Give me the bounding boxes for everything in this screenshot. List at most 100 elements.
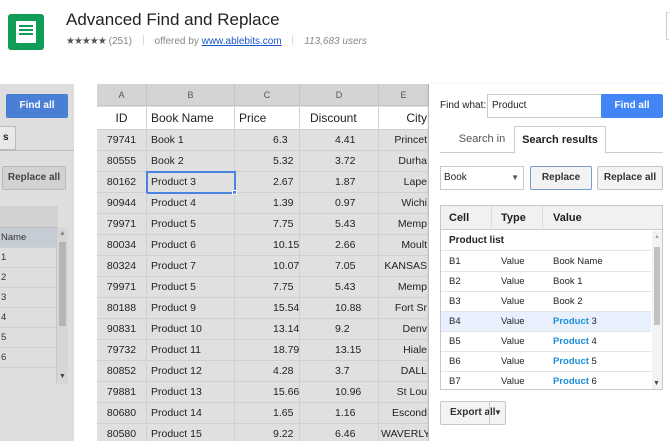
rating-count[interactable]: (251): [109, 36, 132, 47]
column-header[interactable]: D: [300, 84, 379, 106]
sheet-cell[interactable]: 1.16: [300, 403, 379, 424]
sheet-cell[interactable]: 9.2: [300, 319, 379, 340]
sheet-cell[interactable]: 4.28: [235, 361, 300, 382]
results-group[interactable]: Product list: [441, 231, 651, 251]
export-all-button[interactable]: Export all ▼: [440, 401, 506, 425]
column-header[interactable]: A: [97, 84, 147, 106]
left-tab[interactable]: s: [0, 126, 16, 150]
header-cell[interactable]: ID: [97, 107, 147, 130]
sheet-cell[interactable]: 1.39: [235, 193, 300, 214]
sheet-cell[interactable]: KANSAS: [379, 256, 429, 277]
sheet-cell[interactable]: 80555: [97, 151, 147, 172]
sheet-cell[interactable]: 80034: [97, 235, 147, 256]
sheet-cell[interactable]: 15.54: [235, 298, 300, 319]
col-cell[interactable]: Cell: [449, 206, 469, 230]
sheet-cell[interactable]: Product 3: [147, 172, 235, 193]
export-caret-icon[interactable]: ▼: [494, 402, 502, 424]
sheet-cell[interactable]: 79741: [97, 130, 147, 151]
sheet-cell[interactable]: Moult: [379, 235, 429, 256]
sheet-cell[interactable]: 18.79: [235, 340, 300, 361]
result-row[interactable]: B5 Value Product 4: [441, 332, 651, 352]
sheet-cell[interactable]: 80580: [97, 424, 147, 441]
sheet-cell[interactable]: Book 2: [147, 151, 235, 172]
sheet-select[interactable]: Book ▼: [440, 166, 524, 190]
sheet-cell[interactable]: WAVERLY: [379, 424, 429, 441]
sheet-cell[interactable]: Product 6: [147, 235, 235, 256]
sheet-cell[interactable]: Princet: [379, 130, 429, 151]
sheet-cell[interactable]: 90944: [97, 193, 147, 214]
sheet-cell[interactable]: Product 5: [147, 214, 235, 235]
sheet-cell[interactable]: 79732: [97, 340, 147, 361]
sheet-cell[interactable]: Product 15: [147, 424, 235, 441]
col-type[interactable]: Type: [501, 206, 526, 230]
sheet-cell[interactable]: Product 7: [147, 256, 235, 277]
left-find-all-button[interactable]: Find all: [6, 94, 68, 118]
column-header[interactable]: E: [379, 84, 429, 106]
sheet-cell[interactable]: 7.05: [300, 256, 379, 277]
col-value[interactable]: Value: [553, 206, 582, 230]
sheet-cell[interactable]: Product 5: [147, 277, 235, 298]
column-header[interactable]: B: [147, 84, 235, 106]
sheet-cell[interactable]: Wichi: [379, 193, 429, 214]
tab-search-in[interactable]: Search in: [448, 126, 516, 153]
sheet-cell[interactable]: Product 13: [147, 382, 235, 403]
header-cell[interactable]: Discount: [300, 107, 379, 130]
sheet-cell[interactable]: 2.66: [300, 235, 379, 256]
left-scrollbar[interactable]: ▲ ▼: [56, 228, 68, 384]
replace-button[interactable]: Replace: [530, 166, 592, 190]
result-row[interactable]: B1 Value Book Name: [441, 252, 651, 272]
developer-link[interactable]: www.ablebits.com: [202, 36, 282, 47]
sheet-cell[interactable]: 6.3: [235, 130, 300, 151]
left-replace-all-button[interactable]: Replace all: [2, 166, 66, 190]
sheet-cell[interactable]: 79971: [97, 277, 147, 298]
sheet-cell[interactable]: Lape: [379, 172, 429, 193]
sheet-cell[interactable]: 2.67: [235, 172, 300, 193]
tab-search-results[interactable]: Search results: [514, 126, 606, 154]
sheet-cell[interactable]: Hiale: [379, 340, 429, 361]
sheet-cell[interactable]: Denv: [379, 319, 429, 340]
find-all-button[interactable]: Find all: [601, 94, 663, 118]
list-item[interactable]: 1: [0, 248, 56, 268]
sheet-cell[interactable]: Product 14: [147, 403, 235, 424]
sheet-cell[interactable]: 80852: [97, 361, 147, 382]
sheet-cell[interactable]: 80162: [97, 172, 147, 193]
scroll-up-icon[interactable]: ▲: [59, 230, 66, 237]
sheet-cell[interactable]: Memp: [379, 214, 429, 235]
sheet-cell[interactable]: 5.32: [235, 151, 300, 172]
scroll-down-icon[interactable]: ▼: [59, 373, 66, 380]
sheet-cell[interactable]: 1.87: [300, 172, 379, 193]
sheet-cell[interactable]: 10.15: [235, 235, 300, 256]
sheet-cell[interactable]: 15.66: [235, 382, 300, 403]
sheet-cell[interactable]: 6.46: [300, 424, 379, 441]
sheet-cell[interactable]: 80324: [97, 256, 147, 277]
replace-all-button[interactable]: Replace all: [597, 166, 663, 190]
list-item[interactable]: 3: [0, 288, 56, 308]
sheet-cell[interactable]: 13.14: [235, 319, 300, 340]
list-item[interactable]: 5: [0, 328, 56, 348]
sheet-cell[interactable]: St Lou: [379, 382, 429, 403]
sheet-cell[interactable]: Product 11: [147, 340, 235, 361]
sheet-cell[interactable]: Book 1: [147, 130, 235, 151]
sheet-cell[interactable]: 4.41: [300, 130, 379, 151]
list-item[interactable]: 4: [0, 308, 56, 328]
sheet-cell[interactable]: Product 12: [147, 361, 235, 382]
sheet-cell[interactable]: 10.96: [300, 382, 379, 403]
results-scrollbar[interactable]: ▲ ▼: [652, 231, 662, 389]
header-cell[interactable]: Book Name: [147, 107, 235, 130]
sheet-cell[interactable]: Fort Sr: [379, 298, 429, 319]
sheet-cell[interactable]: 10.88: [300, 298, 379, 319]
sheet-cell[interactable]: 7.75: [235, 214, 300, 235]
sheet-cell[interactable]: 9.22: [235, 424, 300, 441]
sheet-cell[interactable]: 80680: [97, 403, 147, 424]
list-item[interactable]: 2: [0, 268, 56, 288]
result-row[interactable]: B7 Value Product 6: [441, 372, 651, 389]
sheet-cell[interactable]: Memp: [379, 277, 429, 298]
sheet-cell[interactable]: Durha: [379, 151, 429, 172]
sheet-cell[interactable]: 0.97: [300, 193, 379, 214]
sheet-cell[interactable]: 7.75: [235, 277, 300, 298]
result-row[interactable]: B2 Value Book 1: [441, 272, 651, 292]
sheet-cell[interactable]: 79971: [97, 214, 147, 235]
result-row[interactable]: B3 Value Book 2: [441, 292, 651, 312]
scroll-up-icon[interactable]: ▲: [654, 234, 660, 240]
sheet-cell[interactable]: 90831: [97, 319, 147, 340]
